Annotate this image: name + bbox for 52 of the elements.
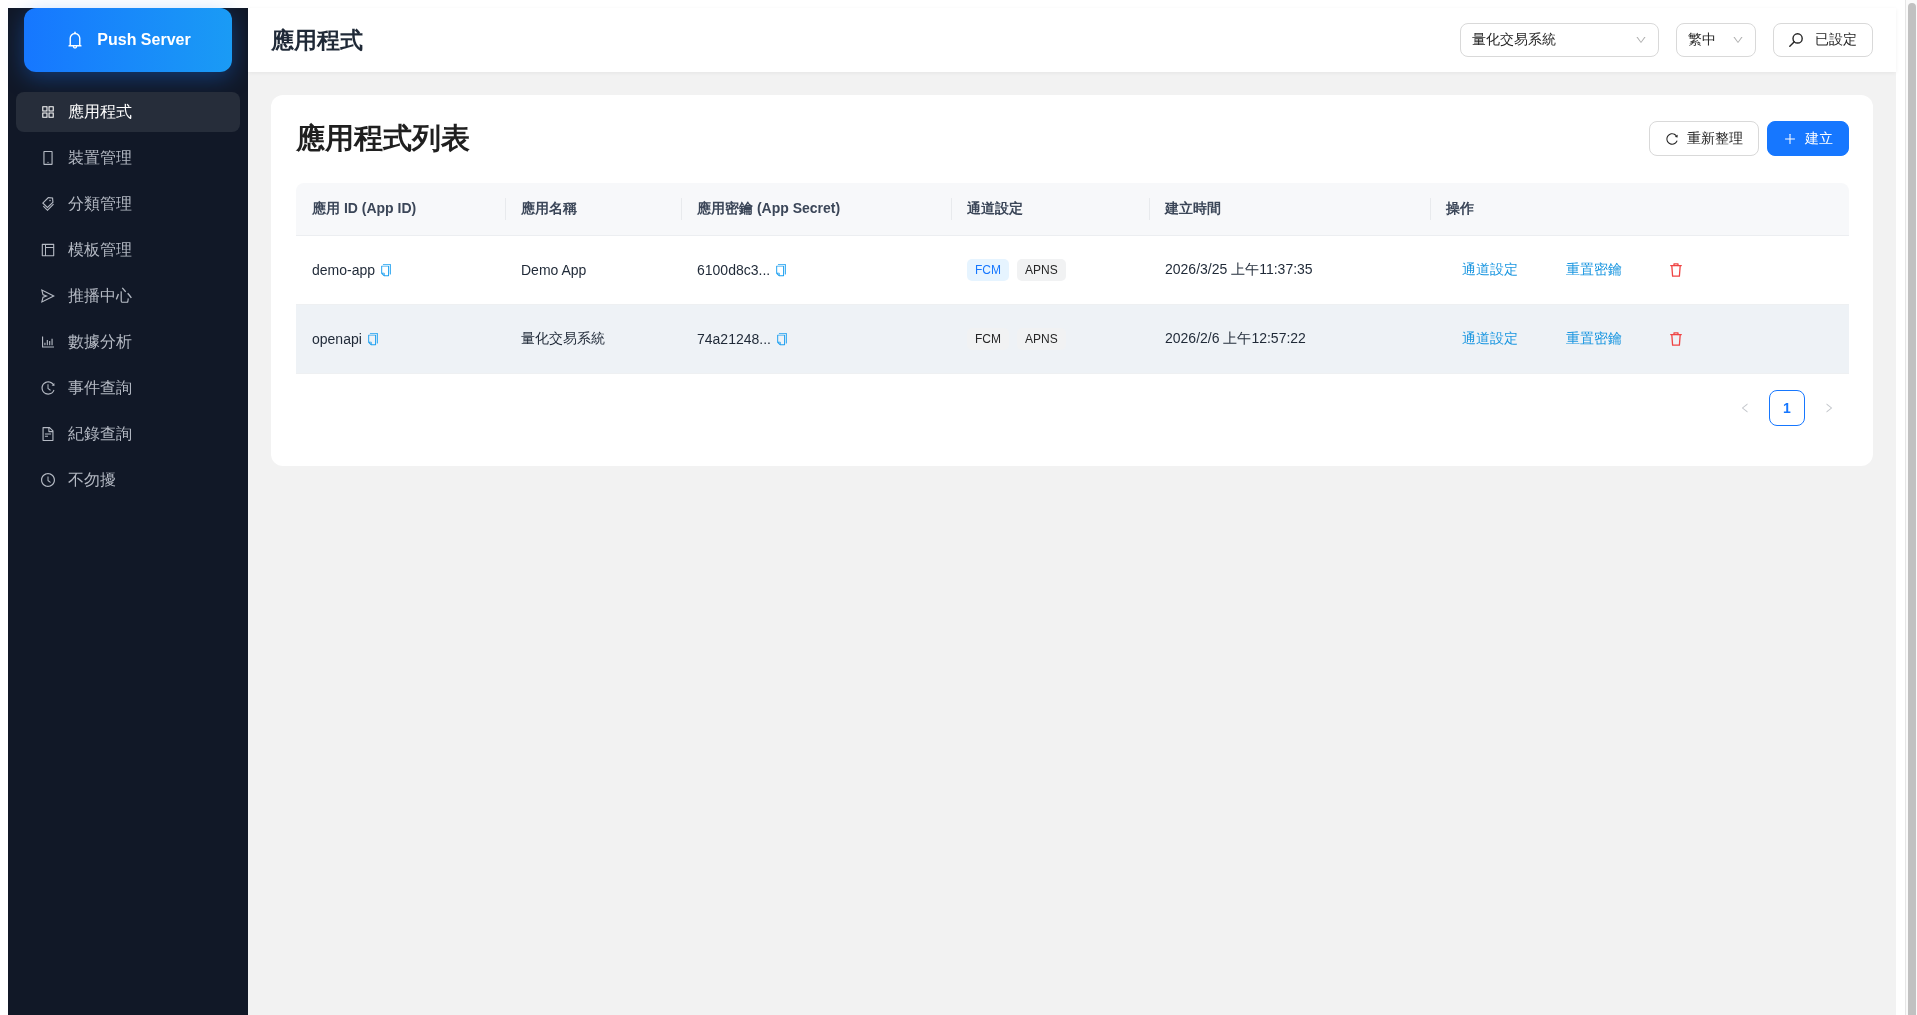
copy-icon[interactable] (365, 332, 380, 346)
trash-icon (1670, 263, 1682, 277)
phone-icon (40, 150, 56, 166)
channel-tag: FCM (967, 328, 1009, 350)
app-id: demo-app (312, 262, 376, 278)
app-secret: 74a21248... (697, 331, 771, 347)
nav-item[interactable]: 紀錄查詢 (16, 414, 240, 454)
configured-button[interactable]: 已設定 (1773, 23, 1873, 57)
refresh-icon (1665, 131, 1679, 146)
nav-item[interactable]: 應用程式 (16, 92, 240, 132)
nav-item[interactable]: 事件查詢 (16, 368, 240, 408)
language-select[interactable]: 繁中 (1676, 23, 1756, 57)
plus-icon (1783, 131, 1797, 146)
refresh-button[interactable]: 重新整理 (1649, 121, 1759, 156)
history-icon (40, 380, 56, 396)
nav-item[interactable]: 分類管理 (16, 184, 240, 224)
nav-item[interactable]: 模板管理 (16, 230, 240, 270)
copy-icon[interactable] (774, 332, 789, 346)
page-title: 應用程式 (271, 25, 363, 55)
bar-chart-icon (40, 334, 56, 350)
copy-icon[interactable] (774, 263, 789, 277)
channel-tag: APNS (1017, 328, 1066, 350)
app-secret: 6100d8c3... (697, 262, 771, 278)
nav-item[interactable]: 裝置管理 (16, 138, 240, 178)
grid-icon (40, 104, 56, 120)
nav-item[interactable]: 不勿擾 (16, 460, 240, 500)
layout-icon (40, 242, 56, 258)
send-icon (40, 288, 56, 304)
app-select[interactable]: 量化交易系統 (1460, 23, 1659, 57)
created-time: 2026/2/6 上午12:57:22 (1165, 330, 1306, 346)
chevron-down-icon (1732, 34, 1744, 46)
channel-tag: APNS (1017, 259, 1066, 281)
tag-icon (40, 196, 56, 212)
section-title: 應用程式列表 (296, 120, 470, 156)
app-name: Demo App (521, 262, 587, 278)
page-button[interactable]: 1 (1769, 390, 1805, 426)
copy-icon[interactable] (379, 263, 394, 277)
search-icon (1789, 33, 1803, 47)
trash-icon (1670, 332, 1682, 346)
app-name: 量化交易系統 (521, 330, 605, 346)
chevron-down-icon (1635, 34, 1647, 46)
delete-button[interactable] (1670, 332, 1682, 346)
brand-name: Push Server (97, 31, 191, 49)
clock-icon (40, 472, 56, 488)
app-id: openapi (312, 331, 362, 347)
delete-button[interactable] (1670, 263, 1682, 277)
created-time: 2026/3/25 上午11:37:35 (1165, 261, 1313, 277)
channel-tag: FCM (967, 259, 1009, 281)
nav-item[interactable]: 推播中心 (16, 276, 240, 316)
document-icon (40, 426, 56, 442)
nav-item[interactable]: 數據分析 (16, 322, 240, 362)
create-button[interactable]: 建立 (1767, 121, 1849, 156)
